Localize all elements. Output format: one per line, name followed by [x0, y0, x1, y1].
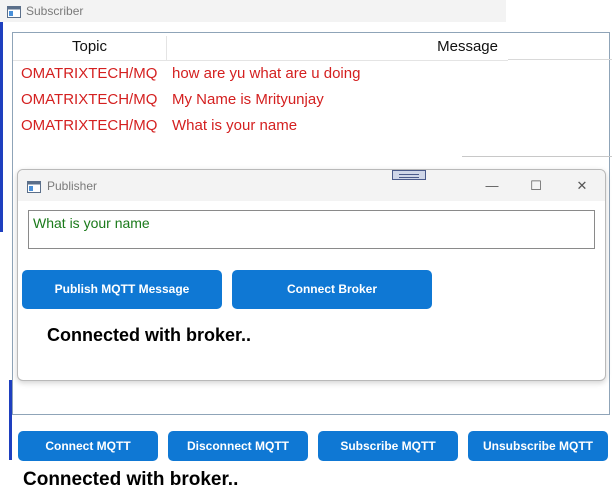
app-window-icon — [27, 180, 41, 198]
connect-broker-button[interactable]: Connect Broker — [232, 270, 432, 309]
publisher-window-title: Publisher — [47, 179, 98, 193]
message-input[interactable]: What is your name — [28, 210, 595, 249]
cell-topic: OMATRIXTECH/MQ — [21, 65, 158, 82]
table-header: Topic Message — [13, 36, 508, 61]
table-row[interactable]: OMATRIXTECH/MQ What is your name — [13, 113, 508, 139]
cell-message: My Name is Mrityunjay — [172, 91, 324, 108]
publisher-window: Publisher — ☐ ✕ What is your name Publis… — [17, 169, 606, 381]
cell-topic: OMATRIXTECH/MQ — [21, 91, 158, 108]
divider — [462, 156, 612, 157]
column-header-topic[interactable]: Topic — [13, 36, 167, 60]
connect-mqtt-button[interactable]: Connect MQTT — [18, 431, 158, 461]
message-table[interactable]: Topic Message OMATRIXTECH/MQ how are yu … — [13, 33, 508, 168]
publisher-titlebar[interactable]: Publisher — ☐ ✕ — [18, 170, 605, 201]
cell-message: What is your name — [172, 117, 298, 134]
divider — [508, 59, 612, 60]
minimize-icon[interactable]: — — [472, 176, 512, 196]
subscriber-status-text: Connected with broker.. — [23, 469, 239, 490]
disconnect-mqtt-button[interactable]: Disconnect MQTT — [168, 431, 308, 461]
background-strip — [506, 0, 612, 34]
maximize-icon[interactable]: ☐ — [516, 176, 556, 196]
window-edge — [0, 22, 3, 232]
subscriber-window-title: Subscriber — [26, 4, 84, 18]
table-row[interactable]: OMATRIXTECH/MQ My Name is Mrityunjay — [13, 87, 508, 113]
app-window-icon — [7, 6, 21, 21]
cell-message: how are yu what are u doing — [172, 65, 361, 82]
message-input-value: What is your name — [33, 215, 150, 231]
table-row[interactable]: OMATRIXTECH/MQ how are yu what are u doi… — [13, 61, 508, 87]
publish-message-button[interactable]: Publish MQTT Message — [22, 270, 222, 309]
column-header-message[interactable]: Message — [167, 36, 498, 60]
close-icon[interactable]: ✕ — [562, 176, 602, 196]
subscribe-mqtt-button[interactable]: Subscribe MQTT — [318, 431, 458, 461]
unsubscribe-mqtt-button[interactable]: Unsubscribe MQTT — [468, 431, 608, 461]
subscriber-titlebar[interactable]: Subscriber — [0, 0, 508, 22]
resize-grip-icon[interactable] — [392, 170, 426, 180]
cell-topic: OMATRIXTECH/MQ — [21, 117, 158, 134]
publisher-status-text: Connected with broker.. — [47, 325, 252, 345]
